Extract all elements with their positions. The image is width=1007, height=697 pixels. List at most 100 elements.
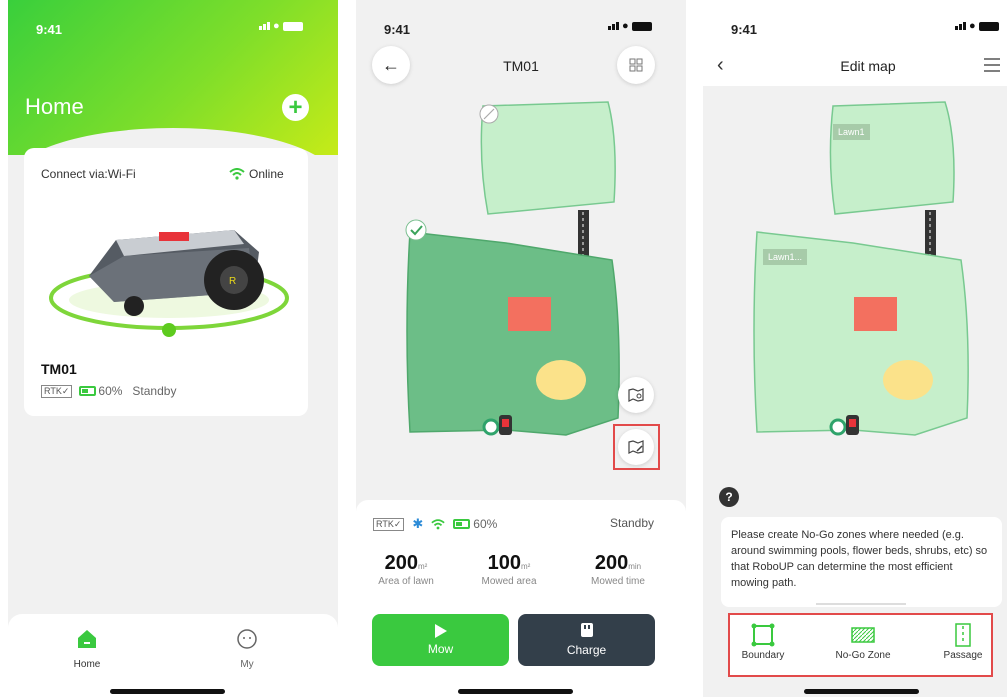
boundary-icon [751, 623, 775, 647]
battery-icon [282, 21, 303, 31]
lawn-zone-1 [829, 101, 955, 215]
battery-icon [453, 519, 471, 529]
wifi-icon: ● [969, 20, 976, 32]
map-gear-icon [628, 388, 644, 402]
online-status: Online [229, 167, 284, 181]
charging-station-icon [482, 418, 500, 436]
tab-my[interactable]: My [218, 628, 276, 670]
boundary-label: Boundary [741, 650, 785, 661]
connect-label: Connect via:Wi-Fi [41, 167, 136, 181]
stat-unit: m² [521, 562, 531, 571]
page-title: Home [25, 94, 84, 119]
online-label: Online [249, 167, 284, 181]
wifi-icon [229, 168, 245, 180]
no-go-zone-tool[interactable]: No-Go Zone [824, 623, 902, 661]
home-screen: 9:41 ● Home + Connect via:Wi-Fi Online R… [8, 0, 338, 697]
plug-icon [580, 623, 593, 637]
rtk-badge: RTK✓ [373, 517, 405, 531]
tip-box: Please create No-Go zones where needed (… [721, 517, 1002, 607]
wifi-icon: ● [273, 20, 280, 32]
device-status-row: RTK✓ 60% Standby [41, 384, 176, 398]
no-go-zone-icon [851, 627, 875, 643]
status-time: 9:41 [731, 22, 758, 37]
map-settings-button[interactable] [618, 377, 654, 413]
tab-bar: Home My [8, 614, 338, 697]
tab-home-label: Home [73, 659, 101, 670]
bluetooth-icon: ✱ [412, 516, 424, 531]
lawn-zone-1 [480, 101, 616, 215]
passage-tool[interactable]: Passage [935, 623, 991, 661]
lawn-zone-2 [406, 231, 620, 436]
stat-unit: min [628, 562, 642, 571]
charge-label: Charge [566, 643, 607, 657]
battery-level: 60% [473, 517, 498, 531]
status-icons: ● [259, 20, 303, 32]
stat-value: 200 [594, 552, 629, 574]
scroll-indicator [816, 603, 906, 605]
lawn-map[interactable] [703, 90, 1007, 460]
plus-icon: + [288, 93, 303, 121]
home-icon [78, 630, 96, 648]
profile-icon [237, 629, 257, 649]
signal-icon [259, 22, 270, 30]
status-time: 9:41 [36, 22, 63, 37]
home-indicator [458, 689, 573, 694]
status-icons: ● [608, 20, 652, 32]
edit-toolbar: Boundary No-Go Zone Passage [728, 613, 993, 677]
passage-label: Passage [943, 650, 983, 661]
status-time: 9:41 [384, 22, 411, 37]
battery-icon [631, 21, 652, 31]
charging-station-icon [829, 418, 847, 436]
stat-mowed-area: 100m² Mowed area [459, 552, 559, 587]
rtk-badge: RTK✓ [41, 384, 73, 398]
home-indicator [110, 689, 225, 694]
mow-button[interactable]: Mow [372, 614, 509, 666]
tip-text: Please create No-Go zones where needed (… [731, 529, 988, 589]
menu-icon[interactable] [983, 58, 1001, 72]
map-edit-icon [628, 440, 644, 454]
device-card[interactable]: Connect via:Wi-Fi Online R TM01 RTK✓ 60%… [24, 148, 308, 416]
passage-icon [955, 623, 971, 647]
boundary-tool[interactable]: Boundary [733, 623, 793, 661]
help-icon[interactable]: ? [719, 487, 739, 507]
tab-home[interactable]: Home [58, 628, 116, 670]
battery-icon [79, 386, 97, 396]
signal-icon [608, 22, 619, 30]
wifi-icon: ● [622, 20, 629, 32]
menu-grid-button[interactable] [617, 46, 655, 84]
status-icons: ● [955, 20, 999, 32]
edit-map-button[interactable] [618, 429, 654, 465]
obstacle [536, 360, 586, 400]
mower-image: R [49, 230, 289, 337]
svg-text:R: R [229, 276, 236, 287]
charge-button[interactable]: Charge [518, 614, 655, 666]
obstacle [883, 360, 933, 400]
stat-mowed-time: 200min Mowed time [568, 552, 668, 587]
lawn-label: Lawn1 [833, 124, 870, 140]
wifi-icon [431, 518, 445, 529]
stat-label: Mowed area [481, 576, 537, 587]
stat-area-lawn: 200m² Area of lawn [356, 552, 456, 587]
add-device-button[interactable]: + [282, 94, 309, 121]
battery-icon [978, 21, 999, 31]
status-panel: RTK✓ ✱ 60% Standby 200m² Area of lawn 10… [356, 500, 686, 697]
home-indicator [804, 689, 919, 694]
tab-my-label: My [240, 659, 254, 670]
no-go-zone-label: No-Go Zone [835, 650, 891, 661]
no-go-zone [854, 297, 897, 331]
stat-label: Area of lawn [378, 576, 434, 587]
stat-label: Mowed time [591, 576, 645, 587]
stat-unit: m² [418, 562, 428, 571]
edit-map-screen: 9:41 ● ‹ Edit map Lawn1 Lawn1... ? Pleas… [703, 0, 1007, 697]
battery-level: 60% [98, 384, 123, 398]
selected-icon [405, 219, 427, 241]
lawn-label: Lawn1... [763, 249, 808, 265]
play-icon [434, 624, 447, 638]
page-title: Edit map [840, 58, 896, 74]
device-status-row: RTK✓ ✱ 60% [373, 516, 497, 532]
mow-label: Mow [427, 642, 454, 656]
device-status: Standby [132, 384, 177, 398]
stat-value: 100 [487, 552, 522, 574]
device-screen: 9:41 ● ← TM01 RTK✓ ✱ 60% Standby 200m² A… [356, 0, 686, 697]
device-status: Standby [610, 516, 655, 530]
